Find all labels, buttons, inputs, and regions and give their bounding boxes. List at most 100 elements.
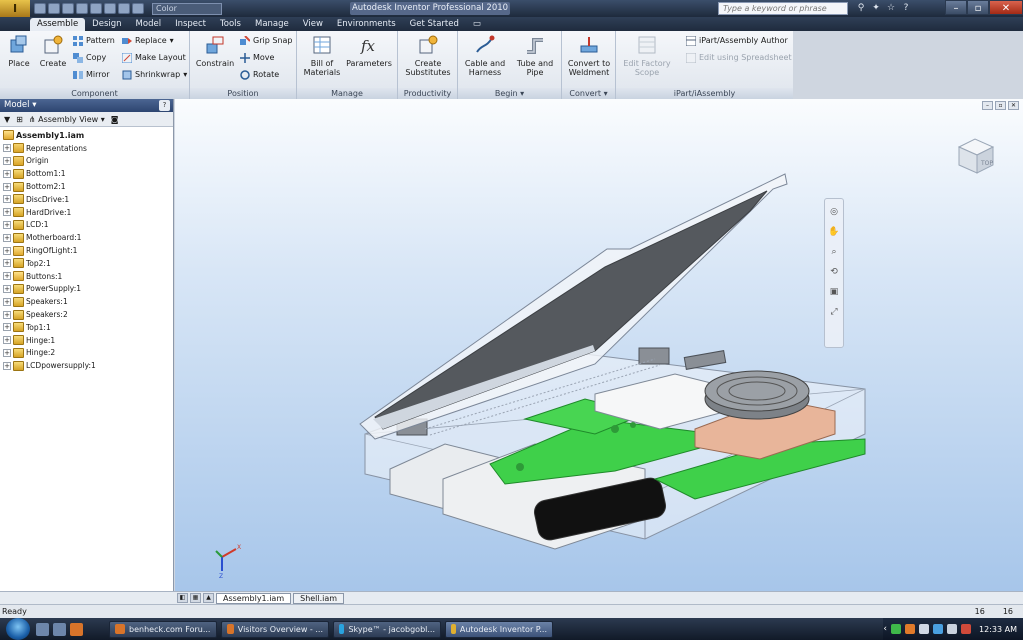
taskbar-item-visitors[interactable]: Visitors Overview - ... — [221, 620, 329, 638]
tree-item[interactable]: + Origin — [3, 155, 173, 168]
tree-item[interactable]: + Buttons:1 — [3, 270, 173, 283]
subscription-icon[interactable]: ✦ — [870, 2, 882, 14]
firefox-icon[interactable] — [70, 622, 83, 636]
structure-icon[interactable]: ⊞ — [16, 115, 23, 124]
expand-icon[interactable]: + — [3, 348, 11, 357]
tree-item[interactable]: + RingOfLight:1 — [3, 244, 173, 257]
edit-factory-scope-button[interactable]: Edit Factory Scope — [620, 34, 674, 77]
tray-app-icon[interactable] — [905, 624, 916, 634]
tray-chevron-icon[interactable]: ‹ — [883, 624, 887, 634]
tray-app-icon[interactable] — [919, 624, 930, 634]
expand-icon[interactable]: + — [3, 361, 11, 370]
tree-item[interactable]: + Hinge:2 — [3, 347, 173, 360]
convert-panel-label[interactable]: Convert ▾ — [562, 88, 615, 99]
explorer-icon[interactable] — [53, 622, 66, 636]
cable-and-harness-button[interactable]: Cable and Harness — [462, 34, 508, 77]
ipart-author-button[interactable]: iPart/Assembly Author — [686, 35, 788, 47]
filter-icon[interactable]: ▼ — [4, 115, 10, 124]
orbit-icon[interactable]: ⟲ — [827, 265, 841, 279]
tree-item[interactable]: + Speakers:1 — [3, 295, 173, 308]
tube-and-pipe-button[interactable]: Tube and Pipe — [512, 34, 558, 77]
convert-to-weldment-button[interactable]: Convert to Weldment — [565, 34, 613, 77]
tree-item[interactable]: + Hinge:1 — [3, 334, 173, 347]
tab-manage[interactable]: Manage — [248, 18, 296, 31]
expand-icon[interactable]: + — [3, 182, 11, 191]
taskbar-item-inventor[interactable]: Autodesk Inventor P... — [445, 620, 553, 638]
help-icon[interactable]: ? — [159, 100, 170, 111]
parameters-button[interactable]: fx Parameters — [345, 34, 393, 68]
select-icon[interactable] — [132, 3, 144, 14]
tree-root[interactable]: Assembly1.iam — [3, 129, 173, 142]
view-selector[interactable]: ⋔ Assembly View ▾ — [29, 115, 105, 124]
redo-icon[interactable] — [90, 3, 102, 14]
communication-icon[interactable]: ☆ — [885, 2, 897, 14]
expand-icon[interactable]: + — [3, 233, 11, 242]
shrinkwrap-button[interactable]: Shrinkwrap ▾ — [122, 69, 187, 81]
copy-button[interactable]: Copy — [73, 52, 106, 64]
zoom-all-icon[interactable]: ⤢ — [827, 305, 841, 319]
pattern-button[interactable]: Pattern — [73, 35, 115, 47]
mirror-button[interactable]: Mirror — [73, 69, 110, 81]
model-browser-title[interactable]: Model ▾ — [4, 100, 37, 110]
help-icon[interactable]: ? — [900, 2, 912, 14]
expand-icon[interactable]: + — [3, 246, 11, 255]
application-menu-button[interactable]: I — [0, 0, 30, 17]
expand-icon[interactable]: + — [3, 144, 11, 153]
expand-icon[interactable]: + — [3, 284, 11, 293]
expand-icon[interactable]: + — [3, 336, 11, 345]
taskbar-item-skype[interactable]: Skype™ - jacobgobl... — [333, 620, 441, 638]
constrain-button[interactable]: Constrain — [193, 34, 237, 68]
tab-assemble[interactable]: Assemble — [30, 18, 86, 31]
new-icon[interactable] — [34, 3, 46, 14]
taskbar-item-benheck[interactable]: benheck.com Foru... — [109, 620, 217, 638]
expand-icon[interactable]: + — [3, 323, 11, 332]
tab-environments[interactable]: Environments — [330, 18, 403, 31]
start-button[interactable] — [6, 618, 30, 640]
tree-item[interactable]: + LCD:1 — [3, 219, 173, 232]
create-button[interactable]: Create — [34, 34, 72, 68]
tray-app-icon[interactable] — [891, 624, 902, 634]
close-button[interactable]: ✕ — [989, 0, 1023, 15]
show-desktop-icon[interactable] — [36, 622, 49, 636]
tree-item[interactable]: + LCDpowersupply:1 — [3, 359, 173, 372]
tray-volume-icon[interactable] — [947, 624, 958, 634]
tree-item[interactable]: + PowerSupply:1 — [3, 283, 173, 296]
tab-design[interactable]: Design — [85, 18, 128, 31]
tree-item[interactable]: + Bottom1:1 — [3, 167, 173, 180]
tree-item[interactable]: + Representations — [3, 142, 173, 155]
tab-view[interactable]: View — [296, 18, 330, 31]
expand-icon[interactable]: + — [3, 220, 11, 229]
tab-model[interactable]: Model — [129, 18, 169, 31]
binoculars-icon[interactable]: ⚲ — [855, 2, 867, 14]
clock[interactable]: 12:33 AM — [979, 625, 1017, 634]
tree-item[interactable]: + Bottom2:1 — [3, 180, 173, 193]
expand-icon[interactable]: + — [3, 310, 11, 319]
expand-icon[interactable]: + — [3, 272, 11, 281]
expand-icon[interactable]: + — [3, 156, 11, 165]
tab-get-started[interactable]: Get Started — [403, 18, 466, 31]
grip-snap-button[interactable]: Grip Snap — [240, 35, 292, 47]
ribbon-toggle-icon[interactable]: ▭ — [466, 18, 488, 31]
zoom-icon[interactable]: ⌕ — [827, 245, 841, 259]
tree-item[interactable]: + Top2:1 — [3, 257, 173, 270]
minimize-button[interactable]: – — [945, 0, 967, 15]
graphics-viewport[interactable]: – ▫ ✕ TOP X Z — [175, 99, 1023, 591]
bill-of-materials-button[interactable]: Bill of Materials — [300, 34, 344, 77]
expand-icon[interactable]: + — [3, 208, 11, 217]
tree-item[interactable]: + Motherboard:1 — [3, 231, 173, 244]
open-icon[interactable] — [48, 3, 60, 14]
help-search-input[interactable]: Type a keyword or phrase — [718, 2, 848, 15]
rotate-button[interactable]: Rotate — [240, 69, 279, 81]
save-icon[interactable] — [62, 3, 74, 14]
tray-network-icon[interactable] — [933, 624, 944, 634]
tree-item[interactable]: + DiscDrive:1 — [3, 193, 173, 206]
laptop-3d-model[interactable] — [175, 99, 1023, 591]
steering-wheel-icon[interactable]: ◎ — [827, 205, 841, 219]
doc-tab-shell[interactable]: Shell.iam — [293, 592, 345, 604]
make-layout-button[interactable]: Make Layout — [122, 52, 186, 64]
replace-button[interactable]: Replace ▾ — [122, 35, 174, 47]
begin-panel-label[interactable]: Begin ▾ — [458, 88, 561, 99]
tab-scroll-left-icon[interactable]: ◧ — [177, 593, 188, 603]
tree-item[interactable]: + HardDrive:1 — [3, 206, 173, 219]
pan-icon[interactable]: ✋ — [827, 225, 841, 239]
